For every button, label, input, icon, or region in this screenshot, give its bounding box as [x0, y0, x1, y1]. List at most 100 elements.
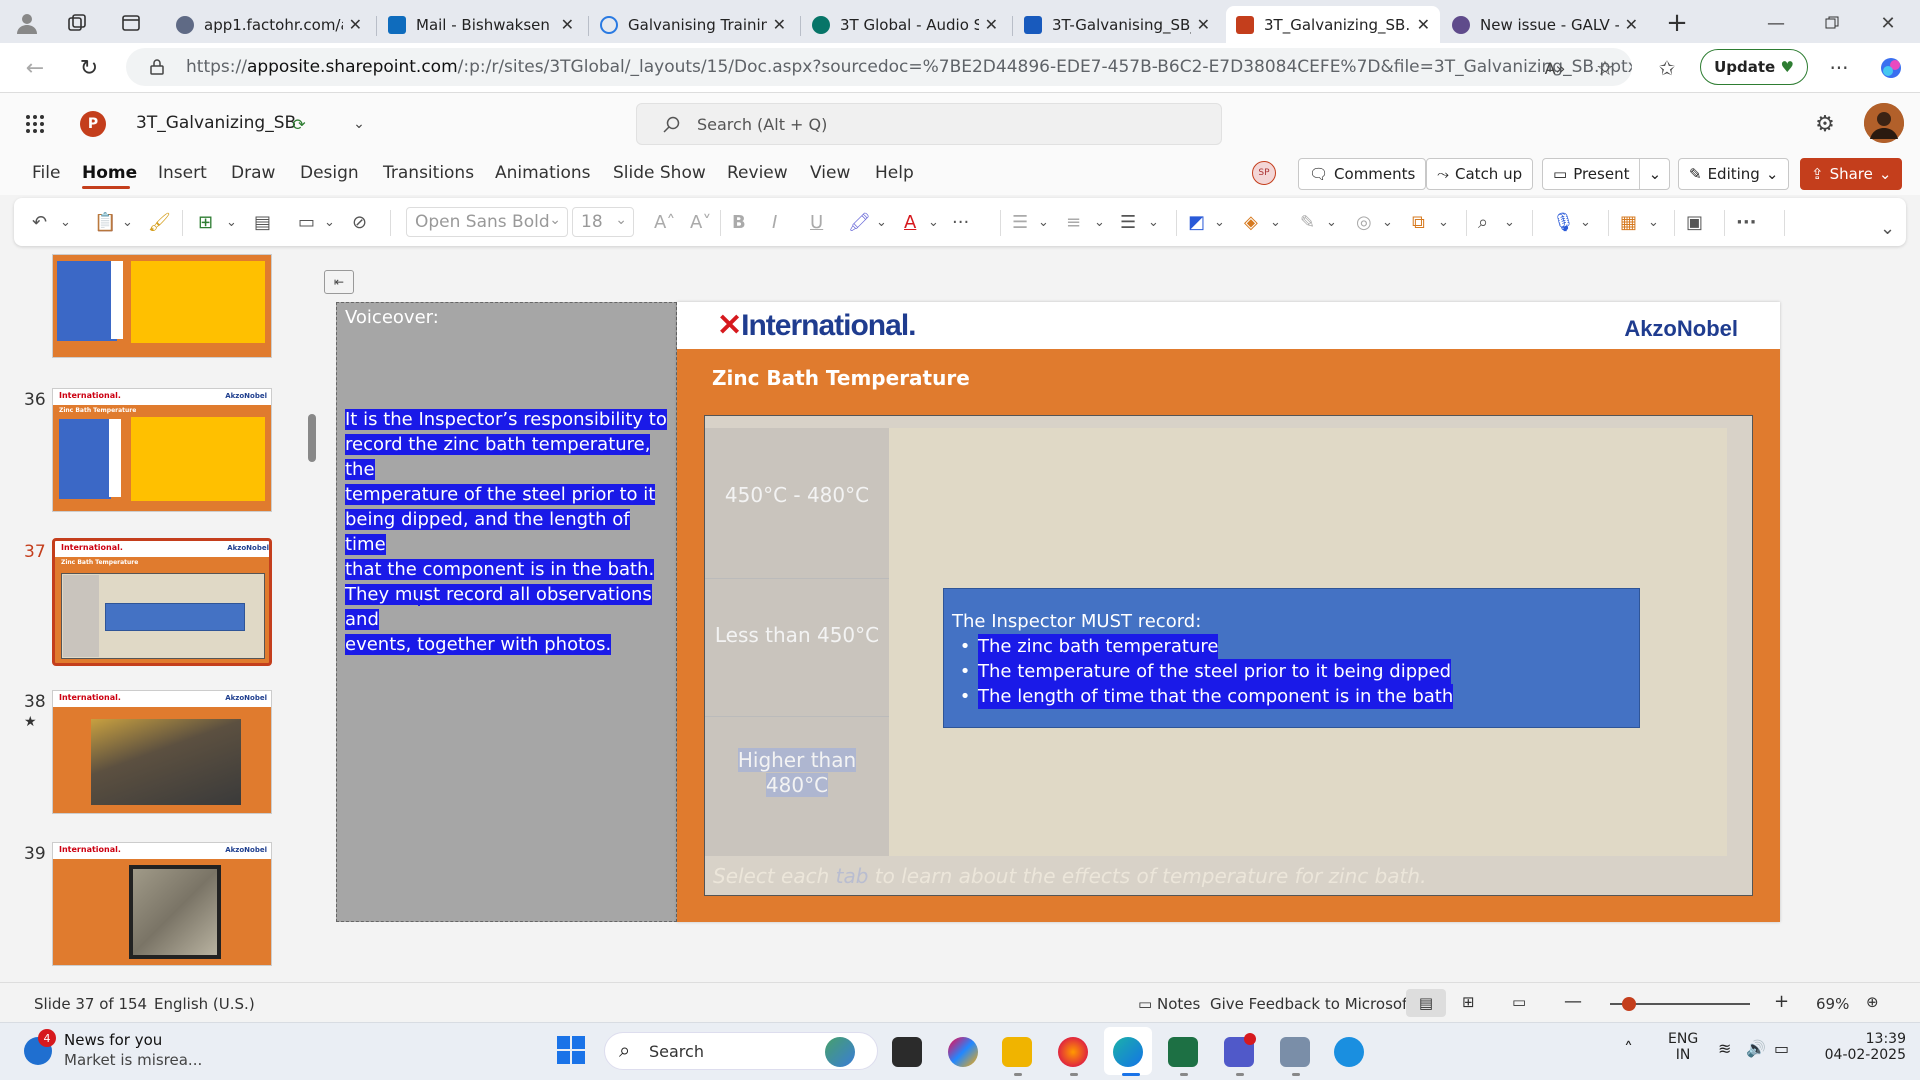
shape-effects-icon[interactable]: ◎ — [1356, 212, 1372, 233]
coauthor-avatar[interactable]: SP — [1252, 161, 1276, 185]
clock[interactable]: 13:39 04-02-2025 — [1816, 1031, 1906, 1063]
arrange-icon[interactable]: ⧉ — [1412, 212, 1425, 233]
file-menu-chevron-icon[interactable]: ⌄ — [348, 113, 370, 135]
url-field[interactable]: https://apposite.sharepoint.com/:p:/r/si… — [126, 48, 1632, 86]
utility-app-icon[interactable] — [1280, 1037, 1310, 1067]
collapse-thumbnails-icon[interactable]: ⇤ — [324, 270, 354, 294]
present-button[interactable]: ▭ Present ⌄ — [1542, 158, 1671, 190]
present-chevron-icon[interactable]: ⌄ — [1639, 159, 1669, 189]
browser-tab[interactable]: Galvanising Training ✕ — [590, 6, 796, 43]
menu-transitions[interactable]: Transitions — [383, 163, 474, 183]
designer-icon[interactable]: ▦ — [1620, 212, 1637, 233]
favorites-icon[interactable]: ✩ — [1652, 53, 1682, 83]
numbering-icon[interactable]: ≡ — [1066, 212, 1081, 233]
user-avatar[interactable] — [1864, 103, 1904, 143]
designer-chevron-icon[interactable]: ⌄ — [1648, 215, 1659, 230]
close-tab-icon[interactable]: ✕ — [773, 15, 786, 34]
profile-icon[interactable] — [12, 8, 42, 38]
undo-icon[interactable]: ↶ — [32, 212, 47, 233]
format-painter-icon[interactable]: 🖌 — [148, 212, 171, 233]
browser-tab[interactable]: 3T-Galvanising_SB_A ✕ — [1014, 6, 1220, 43]
workspaces-icon[interactable] — [62, 8, 92, 38]
shape-fill-chevron-icon[interactable]: ⌄ — [1270, 215, 1281, 230]
bullets-chevron-icon[interactable]: ⌄ — [1038, 215, 1049, 230]
tab-higher-than-480[interactable]: Higher than 480°C — [735, 748, 859, 798]
slide-thumbnail[interactable]: International. AkzoNobel Zinc Bath Temper… — [52, 388, 272, 512]
shape-outline-chevron-icon[interactable]: ⌄ — [1326, 215, 1337, 230]
menu-review[interactable]: Review — [727, 163, 788, 183]
dictate-chevron-icon[interactable]: ⌄ — [1580, 215, 1591, 230]
highlight-icon[interactable]: 🖍 — [848, 212, 871, 233]
browser-tab[interactable]: 3T Global - Audio Sc ✕ — [802, 6, 1008, 43]
add-ins-icon[interactable]: ▣ — [1686, 212, 1703, 233]
firefox-icon[interactable] — [1058, 1037, 1088, 1067]
language-indicator[interactable]: English (U.S.) — [154, 995, 255, 1013]
ribbon-expand-chevron-icon[interactable]: ⌄ — [1880, 218, 1895, 239]
close-tab-icon[interactable]: ✕ — [985, 15, 998, 34]
underline-icon[interactable]: U — [810, 212, 823, 233]
close-tab-icon[interactable]: ✕ — [349, 15, 362, 34]
notes-button[interactable]: ▭ Notes — [1138, 995, 1200, 1013]
slide-thumbnail[interactable] — [52, 254, 272, 358]
menu-draw[interactable]: Draw — [231, 163, 275, 183]
share-button[interactable]: ⇪ Share ⌄ — [1800, 158, 1903, 190]
new-slide-chevron-icon[interactable]: ⌄ — [226, 215, 237, 230]
bold-icon[interactable]: B — [732, 212, 746, 233]
slide-sorter-icon[interactable]: ⊞ — [1462, 993, 1475, 1011]
task-view-icon[interactable] — [892, 1037, 922, 1067]
copilot-app-icon[interactable] — [948, 1037, 978, 1067]
slide-thumbnail[interactable]: International. AkzoNobel — [52, 842, 272, 966]
dictate-icon[interactable]: 🎙 — [1552, 212, 1575, 233]
settings-gear-icon[interactable]: ⚙ — [1810, 109, 1840, 139]
new-tab-icon[interactable]: + — [1660, 8, 1694, 38]
find-icon[interactable]: ⌕ — [1478, 212, 1488, 233]
language-switcher[interactable]: ENG IN — [1668, 1031, 1698, 1063]
browser-tab[interactable]: Mail - Bishwaksen Ba ✕ — [378, 6, 584, 43]
tab-less-than-450[interactable]: Less than 450°C — [705, 623, 889, 647]
back-icon[interactable]: ← — [18, 51, 52, 85]
menu-home[interactable]: Home — [82, 163, 137, 183]
windows-start-icon[interactable] — [556, 1035, 586, 1065]
find-chevron-icon[interactable]: ⌄ — [1504, 215, 1515, 230]
close-tab-icon[interactable]: ✕ — [561, 15, 574, 34]
file-explorer-icon[interactable] — [1002, 1037, 1032, 1067]
voiceover-textbox[interactable]: Voiceover: It is the Inspector’s respons… — [336, 302, 677, 922]
favorite-star-icon[interactable]: ☆ — [1590, 53, 1620, 83]
font-name-select[interactable]: Open Sans Bold ⌄ — [406, 207, 568, 237]
normal-view-icon[interactable]: ▤ — [1406, 989, 1446, 1017]
align-icon[interactable]: ☰ — [1120, 212, 1136, 233]
reading-view-icon[interactable]: ▭ — [1512, 993, 1526, 1011]
menu-view[interactable]: View — [810, 163, 850, 183]
taskbar-search[interactable]: ⌕ Search — [604, 1032, 878, 1070]
excel-icon[interactable] — [1168, 1037, 1198, 1067]
zoom-level[interactable]: 69% — [1816, 995, 1849, 1013]
read-aloud-icon[interactable]: A» — [1540, 53, 1570, 83]
fit-slide-icon[interactable]: ⊕ — [1866, 993, 1879, 1011]
layout-chevron-icon[interactable]: ⌄ — [324, 215, 335, 230]
news-subtitle[interactable]: Market is misrea... — [64, 1051, 202, 1069]
more-icon[interactable]: ··· — [1824, 53, 1854, 83]
thumbnail-scrollbar[interactable] — [308, 414, 316, 462]
font-color-icon[interactable]: A — [904, 212, 916, 233]
battery-icon[interactable]: ▭ — [1774, 1039, 1789, 1058]
refresh-icon[interactable]: ↻ — [72, 51, 106, 85]
wifi-icon[interactable]: ≋ — [1718, 1039, 1731, 1058]
edge-icon[interactable] — [1113, 1037, 1143, 1067]
arrange-chevron-icon[interactable]: ⌄ — [1438, 215, 1449, 230]
font-size-select[interactable]: 18 ⌄ — [572, 207, 634, 237]
minimize-icon[interactable]: — — [1756, 8, 1796, 38]
app-launcher-icon[interactable] — [20, 109, 50, 139]
close-tab-icon[interactable]: ✕ — [1197, 15, 1210, 34]
more-font-icon[interactable]: ··· — [952, 212, 969, 233]
slide-thumbnail-selected[interactable]: International. AkzoNobel Zinc Bath Temper… — [52, 538, 272, 666]
zoom-slider-thumb[interactable] — [1622, 997, 1636, 1011]
browser-tab[interactable]: app1.factohr.com/ap ✕ — [166, 6, 372, 43]
numbering-chevron-icon[interactable]: ⌄ — [1094, 215, 1105, 230]
tab-450-480[interactable]: 450°C - 480°C — [705, 483, 889, 507]
slide[interactable]: ✕International. AkzoNobel Zinc Bath Temp… — [677, 302, 1780, 922]
shape-effects-chevron-icon[interactable]: ⌄ — [1382, 215, 1393, 230]
news-title[interactable]: News for you — [64, 1031, 162, 1049]
slide-thumbnail[interactable]: International. AkzoNobel — [52, 690, 272, 814]
inspector-record-box[interactable]: The Inspector MUST record: • The zinc bat… — [943, 588, 1640, 728]
volume-icon[interactable]: 🔊 — [1746, 1039, 1766, 1058]
